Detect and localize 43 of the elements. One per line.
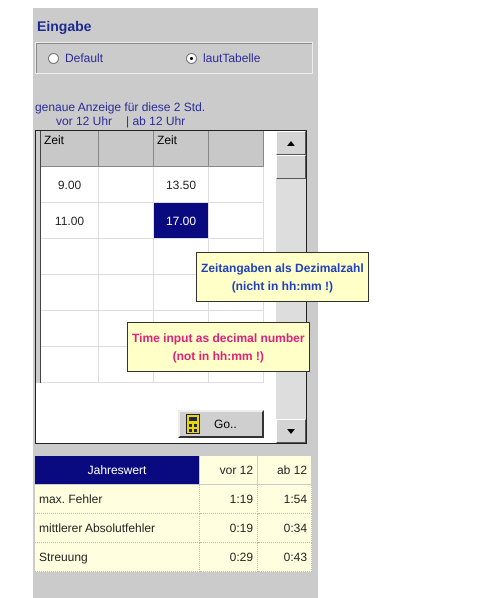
column-header: Jahreswert <box>35 456 200 485</box>
column-header: vor 12 <box>200 456 258 485</box>
radio-button[interactable] <box>48 52 59 64</box>
row-label: mittlerer Absolutfehler <box>35 514 200 543</box>
column-caption: vor 12 Uhr <box>56 114 112 130</box>
table-cell: 0:43 <box>258 543 312 572</box>
table-cell: 1:19 <box>200 485 258 514</box>
row-label: Streuung <box>35 543 200 572</box>
time-cell[interactable]: 9.00 <box>41 167 99 203</box>
time-cell[interactable]: 17.00 <box>154 203 209 239</box>
table-cell: 1:54 <box>258 485 312 514</box>
column-header <box>99 131 154 167</box>
hint-text: genaue Anzeige für diese 2 Std. <box>35 100 206 114</box>
time-cell[interactable]: 11.00 <box>41 203 99 239</box>
grid-cell[interactable] <box>41 311 99 347</box>
table-cell: 0:34 <box>258 514 312 543</box>
radio-button[interactable] <box>186 52 197 64</box>
note-tooltip: Time input as decimal number (not in hh:mm !) <box>127 322 310 372</box>
note-tooltip: Zeitangaben als Dezimalzahl (nicht in hh:mm !) <box>196 252 369 302</box>
up-arrow-icon[interactable] <box>287 140 295 146</box>
column-header: Zeit <box>41 131 99 167</box>
table-cell: 0:29 <box>200 543 258 572</box>
scroll-thumb[interactable] <box>276 155 306 179</box>
column-header: ab 12 <box>258 456 312 485</box>
grid-cell[interactable] <box>41 275 99 311</box>
radio-label: Default <box>65 51 104 65</box>
column-caption: | ab 12 Uhr <box>126 114 186 130</box>
radio-label: lautTabelle <box>203 51 260 65</box>
down-arrow-icon[interactable] <box>287 428 295 434</box>
calculator-icon <box>186 414 200 434</box>
grid-cell[interactable] <box>99 275 154 311</box>
grid-cell[interactable] <box>209 203 264 239</box>
grid-cell[interactable] <box>99 167 154 203</box>
grid-cell[interactable] <box>41 239 99 275</box>
grid-cell[interactable] <box>41 347 99 383</box>
go-button[interactable]: Go.. <box>178 410 264 438</box>
row-label: max. Fehler <box>35 485 200 514</box>
column-header: Zeit <box>154 131 209 167</box>
table-cell: 0:19 <box>200 514 258 543</box>
grid-cell[interactable] <box>209 167 264 203</box>
column-header <box>209 131 264 167</box>
section-title: Eingabe <box>37 18 92 34</box>
grid-cell[interactable] <box>99 239 154 275</box>
